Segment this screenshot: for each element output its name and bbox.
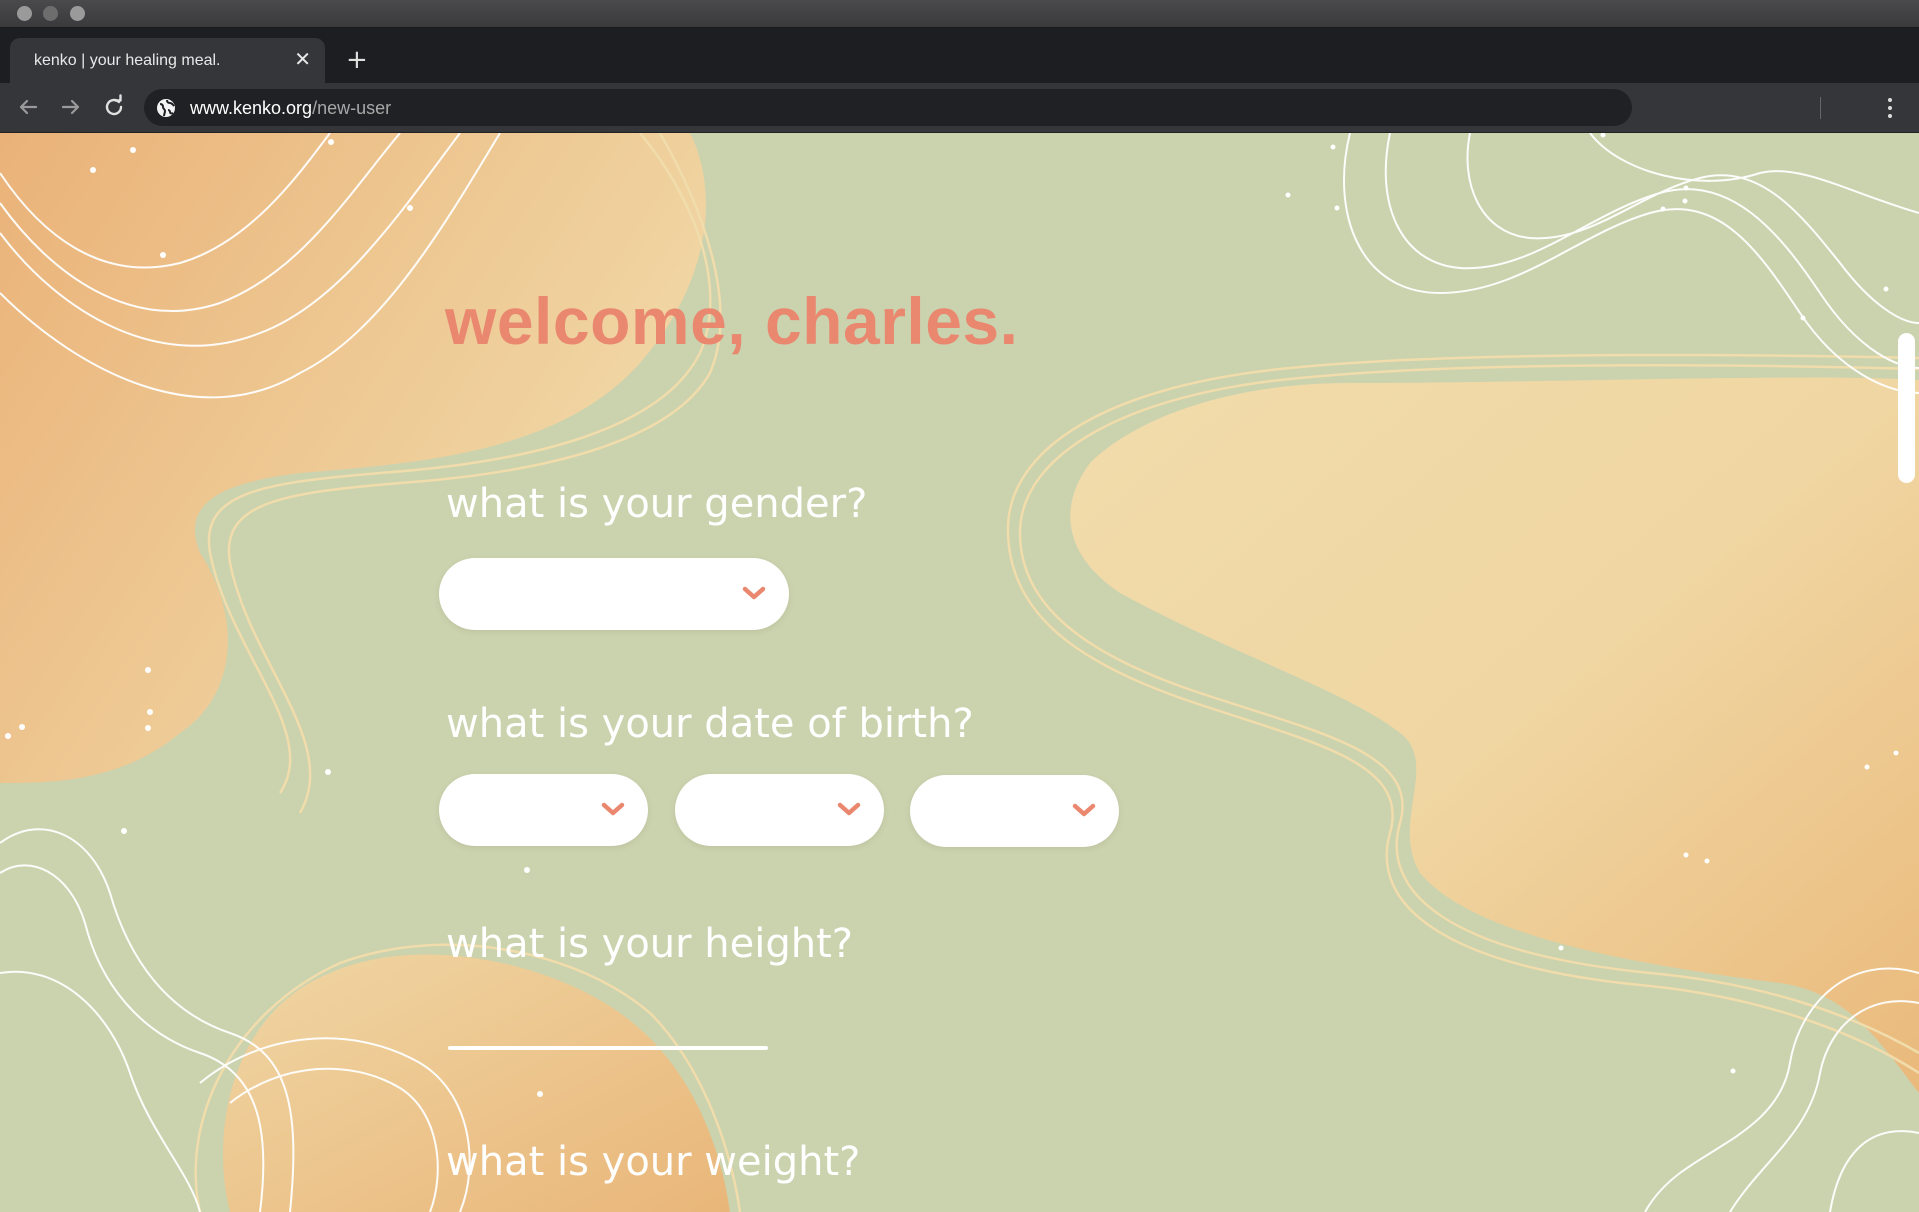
arrow-right-icon [61, 99, 80, 115]
url-path: /new-user [312, 98, 392, 118]
reload-button[interactable] [100, 93, 128, 121]
scrollbar-thumb[interactable] [1898, 333, 1915, 483]
arrow-left-icon [19, 99, 38, 115]
window-titlebar [0, 0, 1919, 28]
dob-year-select[interactable] [910, 775, 1119, 847]
gender-question: what is your gender? [446, 481, 868, 527]
window-minimize-button[interactable] [43, 6, 58, 21]
chevron-down-icon [1072, 803, 1096, 817]
address-bar[interactable]: www.kenko.org/new-user [144, 89, 1632, 126]
new-user-form: welcome, charles. what is your gender? w… [0, 133, 1919, 1212]
dob-month-select[interactable] [439, 774, 648, 846]
height-input[interactable] [448, 1046, 768, 1050]
new-tab-button[interactable]: + [346, 47, 368, 73]
browser-toolbar: www.kenko.org/new-user [0, 83, 1919, 133]
weight-question: what is your weight? [446, 1139, 861, 1185]
reload-icon [105, 94, 123, 116]
chevron-down-icon [742, 586, 766, 600]
forward-button[interactable] [57, 93, 85, 121]
toolbar-divider [1820, 97, 1821, 119]
height-question: what is your height? [446, 921, 854, 967]
window-maximize-button[interactable] [70, 6, 85, 21]
chevron-down-icon [837, 802, 861, 816]
page-viewport: welcome, charles. what is your gender? w… [0, 133, 1919, 1212]
browser-tab[interactable]: kenko | your healing meal. ✕ [10, 38, 325, 83]
dob-day-select[interactable] [675, 774, 884, 846]
dob-question: what is your date of birth? [446, 701, 974, 747]
chevron-down-icon [601, 802, 625, 816]
url-host: www.kenko.org [190, 98, 313, 118]
gender-select[interactable] [439, 558, 789, 630]
window-close-button[interactable] [17, 6, 32, 21]
tab-strip: kenko | your healing meal. ✕ + [0, 28, 1919, 83]
tab-title: kenko | your healing meal. [34, 52, 221, 69]
back-button[interactable] [14, 93, 42, 121]
close-tab-icon[interactable]: ✕ [294, 47, 311, 71]
kebab-menu-icon[interactable] [1886, 96, 1894, 120]
url-text: www.kenko.org/new-user [190, 98, 391, 119]
welcome-heading: welcome, charles. [445, 284, 1019, 358]
globe-icon[interactable] [156, 98, 176, 118]
